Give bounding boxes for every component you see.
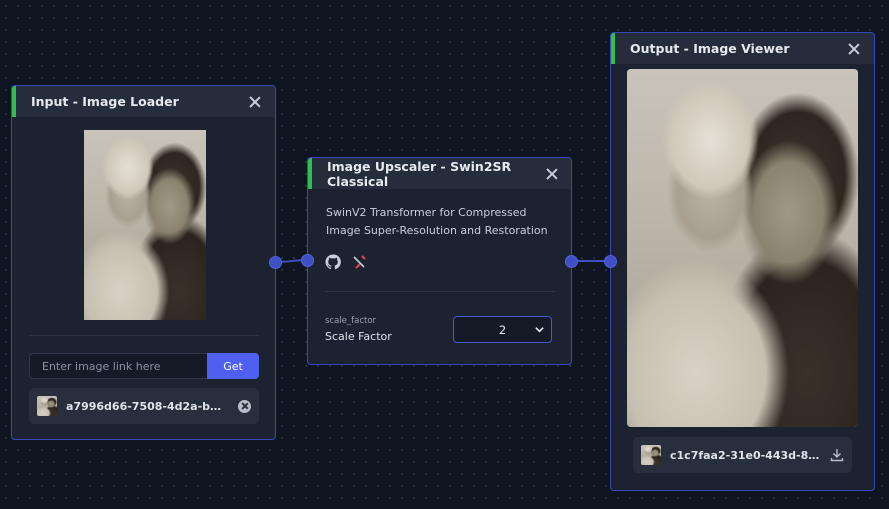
node-header[interactable]: Image Upscaler - Swin2SR Classical [308, 158, 571, 189]
node-description: SwinV2 Transformer for Compressed Image … [326, 206, 548, 237]
close-icon[interactable] [249, 96, 261, 108]
node-links [325, 254, 367, 270]
image-url-input[interactable] [29, 353, 207, 379]
output-port[interactable] [565, 255, 578, 268]
divider [29, 335, 259, 336]
node-header[interactable]: Input - Image Loader [12, 86, 275, 117]
input-image-loader-node[interactable]: Input - Image Loader Get a7996d66-7508-4… [11, 85, 282, 440]
tool-icon[interactable] [351, 254, 367, 270]
node-title: Image Upscaler - Swin2SR Classical [327, 158, 512, 189]
file-name: c1c7faa2-31e0-443d-89a6-b... [670, 448, 822, 462]
output-file-chip[interactable]: c1c7faa2-31e0-443d-89a6-b... [633, 437, 852, 473]
photo-portrait-children [627, 69, 858, 427]
node-title: Input - Image Loader [31, 94, 179, 109]
node-canvas[interactable]: Input - Image Loader Get a7996d66-7508-4… [0, 0, 889, 509]
output-image-preview [627, 69, 858, 427]
output-port[interactable] [269, 256, 282, 269]
output-image-viewer-node[interactable]: Output - Image Viewer c1c7faa2-31e0-443d… [604, 32, 875, 491]
divider [325, 291, 555, 292]
input-port[interactable] [301, 254, 314, 267]
scale-factor-select[interactable]: 2 [453, 316, 552, 343]
node-header[interactable]: Output - Image Viewer [611, 33, 874, 64]
loaded-file-chip[interactable]: a7996d66-7508-4d2a-beef-e3... [29, 388, 259, 424]
chevron-down-icon [535, 327, 544, 333]
download-icon[interactable] [830, 448, 844, 462]
image-upscaler-node[interactable]: Image Upscaler - Swin2SR Classical SwinV… [301, 157, 578, 365]
file-thumbnail [641, 445, 661, 465]
close-icon[interactable] [848, 43, 860, 55]
file-name: a7996d66-7508-4d2a-beef-e3... [66, 399, 228, 413]
github-icon[interactable] [325, 254, 341, 270]
node-title: Output - Image Viewer [630, 41, 790, 56]
input-image-preview [84, 130, 206, 320]
close-icon[interactable] [546, 168, 557, 180]
remove-file-icon[interactable] [238, 399, 251, 413]
param-label: Scale Factor [325, 330, 392, 343]
get-button[interactable]: Get [207, 353, 259, 379]
selected-value: 2 [498, 322, 507, 337]
file-thumbnail [37, 396, 57, 416]
photo-portrait-children [84, 130, 206, 320]
param-key: scale_factor [325, 316, 377, 326]
input-port[interactable] [604, 255, 617, 268]
